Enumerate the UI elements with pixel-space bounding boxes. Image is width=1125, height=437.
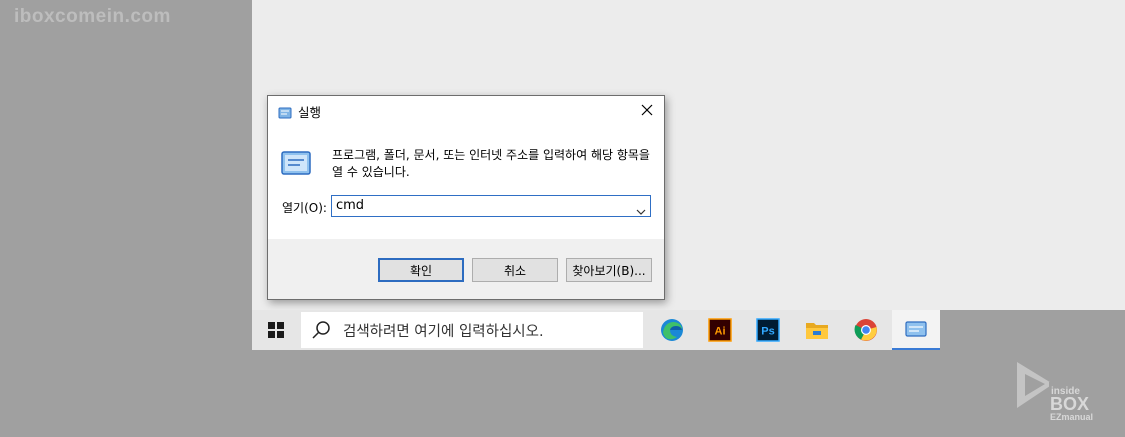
taskbar-app-run[interactable] <box>892 310 940 350</box>
run-dialog: 실행 프로그램, 폴더, 문서, 또는 인터넷 주소를 입력하여 해당 항목을 … <box>267 95 665 300</box>
open-combobox[interactable]: cmd <box>331 195 651 217</box>
taskbar-search[interactable]: 검색하려면 여기에 입력하십시오. <box>301 312 643 348</box>
dialog-description: 프로그램, 폴더, 문서, 또는 인터넷 주소를 입력하여 해당 항목을 열 수… <box>332 148 650 179</box>
insidebox-logo: inside BOX EZmanual <box>1015 360 1115 422</box>
logo-line3: EZmanual <box>1050 412 1093 422</box>
open-input[interactable]: cmd <box>336 198 364 213</box>
open-label: 열기(O): <box>282 201 327 215</box>
browse-button[interactable]: 찾아보기(B)... <box>566 258 652 282</box>
edge-icon <box>661 319 683 341</box>
dialog-title: 실행 <box>298 105 322 120</box>
run-icon <box>905 321 927 337</box>
photoshop-icon: Ps <box>756 318 780 342</box>
ok-button[interactable]: 확인 <box>378 258 464 282</box>
taskbar-app-edge[interactable] <box>648 310 696 350</box>
title-bar[interactable]: 실행 <box>268 96 664 124</box>
run-large-icon <box>280 150 312 180</box>
taskbar-app-chrome[interactable] <box>842 310 890 350</box>
taskbar-app-illustrator[interactable]: Ai <box>696 310 744 350</box>
chrome-icon <box>854 319 877 341</box>
search-placeholder: 검색하려면 여기에 입력하십시오. <box>343 323 544 340</box>
cancel-button[interactable]: 취소 <box>472 258 558 282</box>
folder-icon <box>806 323 828 339</box>
run-icon <box>278 104 292 123</box>
illustrator-icon: Ai <box>708 318 732 342</box>
search-icon <box>312 321 330 339</box>
windows-icon <box>268 322 284 338</box>
close-icon <box>641 104 653 116</box>
illustrator-label: Ai <box>715 326 726 338</box>
logo-line2: BOX <box>1050 394 1089 414</box>
chevron-down-icon[interactable] <box>636 201 646 220</box>
taskbar: 검색하려면 여기에 입력하십시오. Ai Ps <box>252 310 940 350</box>
close-button[interactable] <box>630 96 664 124</box>
photoshop-label: Ps <box>761 326 774 338</box>
taskbar-app-photoshop[interactable]: Ps <box>744 310 792 350</box>
taskbar-app-file-explorer[interactable] <box>793 310 841 350</box>
dialog-content: 프로그램, 폴더, 문서, 또는 인터넷 주소를 입력하여 해당 항목을 열 수… <box>268 124 664 239</box>
watermark-text: iboxcomein.com <box>14 6 171 27</box>
start-button[interactable] <box>252 310 300 350</box>
